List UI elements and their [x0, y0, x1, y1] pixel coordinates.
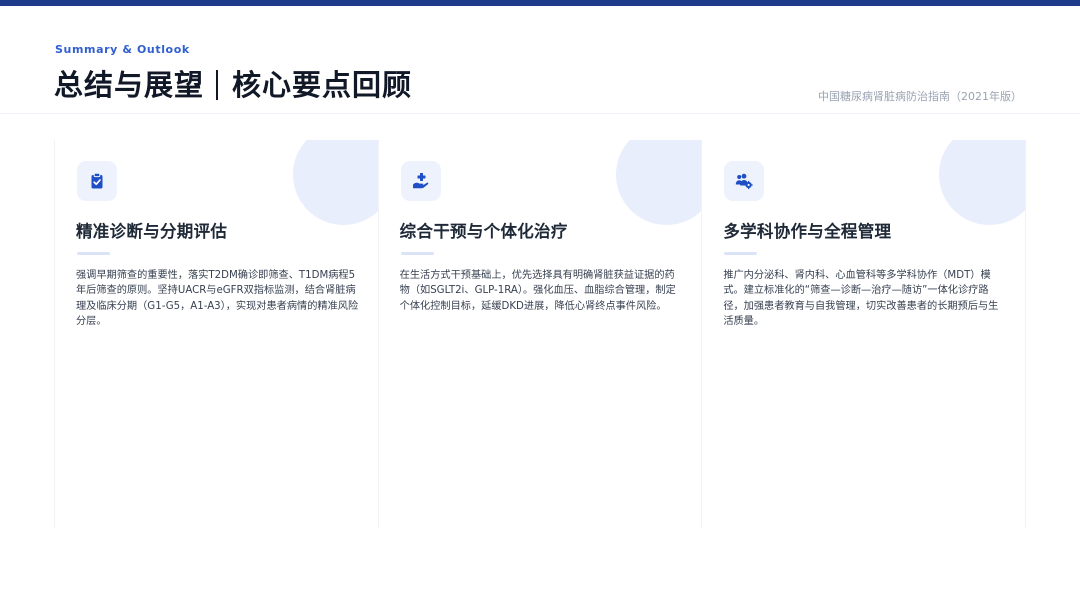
users-gear-icon	[724, 161, 765, 201]
clipboard-check-icon	[77, 161, 117, 201]
page-title-sub: 核心要点回顾	[232, 68, 413, 102]
title-underline	[77, 252, 110, 255]
decorative-circle	[292, 140, 379, 225]
card-description: 在生活方式干预基础上，优先选择具有明确肾脏获益证据的药物（如SGLT2i、GLP…	[399, 270, 676, 312]
card-precise-diagnosis: 精准诊断与分期评估 强调早期筛查的重要性，落实T2DM确诊即筛查、T1DM病程5…	[54, 140, 379, 528]
source-citation: 中国糖尿病肾脏病防治指南（2021年版）	[818, 90, 1022, 103]
title-underline	[724, 252, 758, 255]
title-divider	[216, 70, 219, 100]
card-title: 多学科协作与全程管理	[723, 222, 892, 241]
hand-holding-medical-icon	[400, 161, 441, 201]
summary-cards: 精准诊断与分期评估 强调早期筛查的重要性，落实T2DM确诊即筛查、T1DM病程5…	[54, 140, 1026, 528]
card-title: 综合干预与个体化治疗	[399, 222, 568, 241]
slide-header: Summary & Outlook 总结与展望 核心要点回顾 中国糖尿病肾脏病防治…	[0, 6, 1080, 114]
card-description: 强调早期筛查的重要性，落实T2DM确诊即筛查、T1DM病程5年后筛查的原则。坚持…	[76, 270, 359, 328]
title-underline	[400, 252, 434, 255]
card-description: 推广内分泌科、肾内科、心血管科等多学科协作（MDT）模式。建立标准化的“筛查—诊…	[723, 270, 999, 328]
decorative-circle	[938, 140, 1025, 225]
card-comprehensive-intervention: 综合干预与个体化治疗 在生活方式干预基础上，优先选择具有明确肾脏获益证据的药物（…	[377, 140, 703, 528]
decorative-circle	[616, 140, 703, 225]
section-eyebrow: Summary & Outlook	[55, 43, 190, 56]
card-multidisciplinary: 多学科协作与全程管理 推广内分泌科、肾内科、心血管科等多学科协作（MDT）模式。…	[701, 140, 1026, 528]
page-title-main: 总结与展望	[54, 68, 205, 102]
card-title: 精准诊断与分期评估	[76, 222, 228, 241]
page-title: 总结与展望 核心要点回顾	[54, 62, 412, 104]
